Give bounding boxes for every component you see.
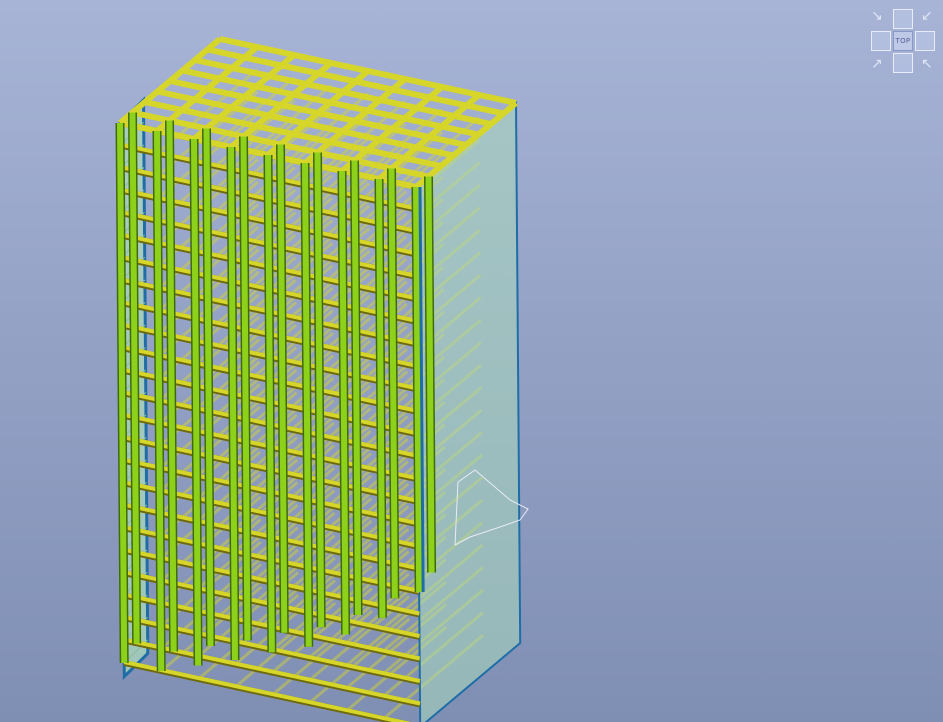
view-cube-arrow-top-right-icon[interactable]: ↙ [921,9,933,23]
view-cube-face-front[interactable] [893,53,913,73]
column [203,128,214,647]
view-cube-arrow-bottom-right-icon[interactable]: ↖ [921,57,933,71]
column [166,120,177,652]
column [339,170,349,635]
building-model[interactable] [0,0,943,722]
view-cube-face-left[interactable] [871,31,891,51]
view-cube-face-top[interactable]: TOP [893,31,913,51]
view-cube-face-back[interactable] [893,9,913,29]
column [351,160,362,616]
column [302,162,312,647]
column [314,152,325,628]
view-cube-arrow-bottom-left-icon[interactable]: ↗ [871,57,883,71]
view-cube[interactable]: ↘ ↙ TOP ↗ ↖ [869,7,939,75]
3d-viewport[interactable]: ↘ ↙ TOP ↗ ↖ [0,0,943,722]
column [376,178,386,618]
view-cube-face-right[interactable] [915,31,935,51]
view-cube-top-label: TOP [895,37,911,45]
column [154,130,165,672]
column [413,186,423,593]
column [265,154,275,653]
column [228,146,238,661]
column [425,176,435,573]
column [388,168,398,599]
view-cube-arrow-top-left-icon[interactable]: ↘ [871,9,883,23]
column [129,112,140,644]
column [277,144,288,633]
column [191,138,202,666]
column [117,122,128,664]
column [240,136,251,641]
